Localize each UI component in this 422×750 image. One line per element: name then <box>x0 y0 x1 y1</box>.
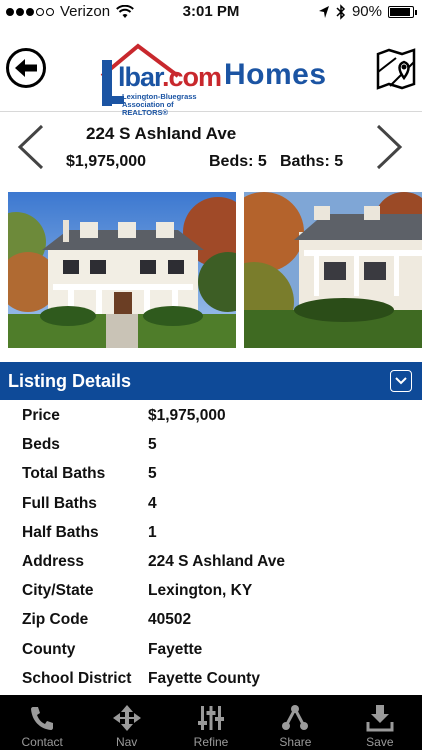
bluetooth-icon <box>336 3 346 20</box>
battery-icon <box>388 5 417 18</box>
download-icon <box>366 705 394 732</box>
property-price: $1,975,000 <box>66 153 147 170</box>
navigation-icon <box>112 705 141 731</box>
tab-label: Refine <box>193 735 229 749</box>
listing-details-list: Price $1,975,000 Beds 5 Total Baths 5 Full … <box>0 402 422 694</box>
detail-row: Beds 5 <box>0 431 422 460</box>
detail-label: Price <box>22 407 60 424</box>
tab-refine[interactable]: Refine <box>169 695 253 750</box>
tab-contact[interactable]: Contact <box>0 695 84 750</box>
location-arrow-icon <box>318 5 329 18</box>
bottom-tab-bar: Contact Nav Refine Share Save <box>0 695 422 750</box>
detail-label: Full Baths <box>22 494 97 512</box>
detail-value: Fayette County <box>148 669 260 687</box>
detail-value: 4 <box>148 494 157 512</box>
detail-label: School District <box>22 669 132 687</box>
property-baths: Baths: 5 <box>280 153 344 170</box>
back-button[interactable] <box>6 48 46 88</box>
chevron-down-icon <box>395 377 407 385</box>
back-arrow-icon <box>15 59 37 77</box>
detail-label: Address <box>22 552 85 570</box>
detail-row: County Fayette <box>0 636 422 665</box>
detail-row: Address 224 S Ashland Ave <box>0 548 422 577</box>
tab-label: Save <box>366 735 394 749</box>
photo-carousel[interactable] <box>0 192 422 350</box>
detail-value: 40502 <box>148 611 192 629</box>
battery-percent: 90% <box>351 3 382 20</box>
detail-value: $1,975,000 <box>148 407 226 424</box>
status-right: 90% <box>318 3 417 20</box>
property-address: 224 S Ashland Ave <box>86 124 237 143</box>
status-bar: Verizon 3:01 PM 90% <box>0 0 422 24</box>
detail-value: 5 <box>148 436 157 454</box>
detail-label: Half Baths <box>22 523 99 541</box>
collapse-toggle-button[interactable] <box>390 370 412 392</box>
detail-row: Zip Code 40502 <box>0 606 422 635</box>
page-title: Homes <box>224 58 327 91</box>
tab-label: Nav <box>115 735 138 749</box>
section-title: Listing Details <box>8 371 132 391</box>
detail-label: Zip Code <box>22 611 89 629</box>
next-listing-button[interactable] <box>374 122 406 172</box>
lbar-logo: lbar.com Lexington-Bluegrass Association… <box>88 38 222 117</box>
previous-listing-button[interactable] <box>14 122 46 172</box>
detail-value: 224 S Ashland Ave <box>148 552 285 570</box>
app-header: lbar.com Lexington-Bluegrass Association… <box>0 28 422 117</box>
detail-value: 5 <box>148 465 157 483</box>
detail-value: Fayette <box>148 640 203 658</box>
detail-value: Lexington, KY <box>148 582 253 600</box>
tab-label: Contact <box>21 735 63 749</box>
property-beds: Beds: 5 <box>209 153 267 170</box>
property-photo[interactable] <box>244 192 422 348</box>
detail-row: Price $1,975,000 <box>0 402 422 431</box>
phone-icon <box>31 707 54 730</box>
detail-value: 1 <box>148 523 157 541</box>
detail-label: Beds <box>22 436 60 454</box>
property-summary: 224 S Ashland Ave $1,975,000 Beds: 5 Bat… <box>0 114 422 180</box>
map-pin-icon <box>376 48 416 90</box>
property-photo[interactable] <box>8 192 236 348</box>
tab-nav[interactable]: Nav <box>84 695 168 750</box>
logo-wordmark: lbar.com <box>118 62 222 92</box>
listing-details-header[interactable]: Listing Details <box>0 362 422 400</box>
detail-label: Total Baths <box>22 465 106 483</box>
sliders-icon <box>198 706 225 730</box>
tab-save[interactable]: Save <box>338 695 422 750</box>
share-icon <box>282 705 309 730</box>
detail-row: School District Fayette County <box>0 665 422 694</box>
tab-share[interactable]: Share <box>253 695 337 750</box>
detail-label: County <box>22 640 76 658</box>
detail-row: Half Baths 1 <box>0 519 422 548</box>
detail-row: Total Baths 5 <box>0 460 422 489</box>
detail-label: City/State <box>22 582 94 600</box>
detail-row: Full Baths 4 <box>0 490 422 519</box>
detail-row: City/State Lexington, KY <box>0 577 422 606</box>
tab-label: Share <box>279 735 312 749</box>
map-button[interactable] <box>376 48 416 90</box>
